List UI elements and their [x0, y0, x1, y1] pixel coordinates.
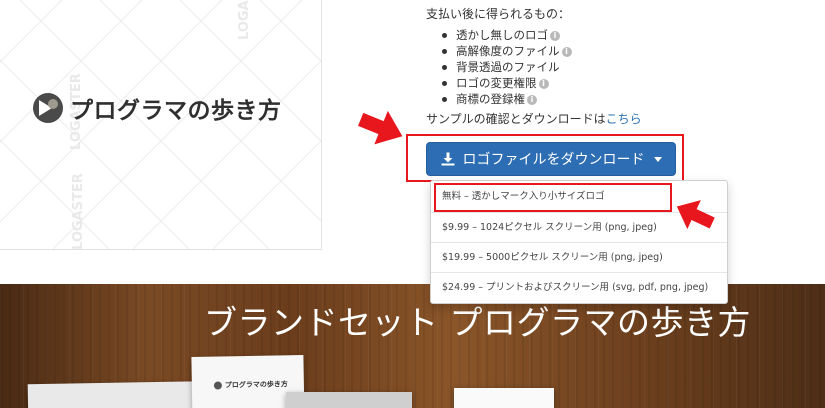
- menu-item-5000px[interactable]: $19.99 – 5000ピクセル スクリーン用 (png, jpeg): [431, 243, 727, 273]
- benefits-list: 透かし無しのロゴ i 高解像度のファイル i 背景透過のファイル ロゴの変更権限 i …: [426, 27, 816, 107]
- arrow-right-icon: [358, 110, 403, 145]
- mockup-logo-text: プログラマの歩き方: [224, 380, 288, 390]
- logo-download-page: LOGASTER LOGASTER LOGASTER プログラマの歩き方 支払い…: [0, 0, 825, 408]
- benefit-item: ロゴの変更権限 i: [442, 75, 816, 91]
- sample-link[interactable]: こちら: [606, 112, 642, 126]
- mockup-paper: [454, 388, 554, 408]
- mockup-logo: プログラマの歩き方: [213, 379, 288, 390]
- info-icon[interactable]: i: [550, 31, 560, 41]
- download-button-label: ロゴファイルをダウンロード: [462, 152, 645, 168]
- benefit-item: 透かし無しのロゴ i: [442, 27, 816, 43]
- benefits-heading: 支払い後に得られるもの：: [426, 7, 571, 21]
- caret-down-icon: [653, 156, 662, 162]
- arrow-left-icon: [676, 200, 715, 230]
- sample-text: サンプルの確認とダウンロードは: [426, 112, 606, 126]
- logo-text: プログラマの歩き方: [70, 98, 282, 124]
- benefit-label: ロゴの変更権限: [456, 76, 537, 90]
- mockup-paper: [286, 392, 412, 408]
- sample-line: サンプルの確認とダウンロードはこちら: [426, 111, 816, 128]
- download-icon: [441, 152, 454, 166]
- download-logo-button[interactable]: ロゴファイルをダウンロード: [426, 142, 676, 176]
- logo-mark-icon: [33, 93, 63, 123]
- info-icon[interactable]: i: [538, 79, 549, 89]
- info-icon[interactable]: i: [527, 95, 537, 105]
- purchase-info: 支払い後に得られるもの： 透かし無しのロゴ i 高解像度のファイル i 背景透過のフ…: [426, 6, 816, 128]
- benefit-item: 背景透過のファイル: [442, 59, 816, 75]
- benefit-item: 商標の登録権 i: [442, 91, 816, 107]
- menu-item-print[interactable]: $24.99 – プリントおよびスクリーン用 (svg, pdf, png, j…: [431, 273, 727, 303]
- benefit-label: 高解像度のファイル: [456, 44, 560, 58]
- watermark-text-3: LOGASTER: [71, 173, 86, 250]
- benefit-label: 透かし無しのロゴ: [456, 28, 548, 42]
- benefit-item: 高解像度のファイル i: [442, 43, 816, 59]
- mockup-logo-mark-icon: [213, 381, 222, 390]
- benefit-label: 商標の登録権: [456, 92, 525, 106]
- logo-preview: LOGASTER LOGASTER LOGASTER プログラマの歩き方: [0, 0, 322, 250]
- benefit-label: 背景透過のファイル: [456, 60, 560, 74]
- logo: プログラマの歩き方: [30, 90, 282, 126]
- info-icon[interactable]: i: [561, 47, 572, 57]
- watermark-text-2: LOGASTER: [237, 0, 252, 40]
